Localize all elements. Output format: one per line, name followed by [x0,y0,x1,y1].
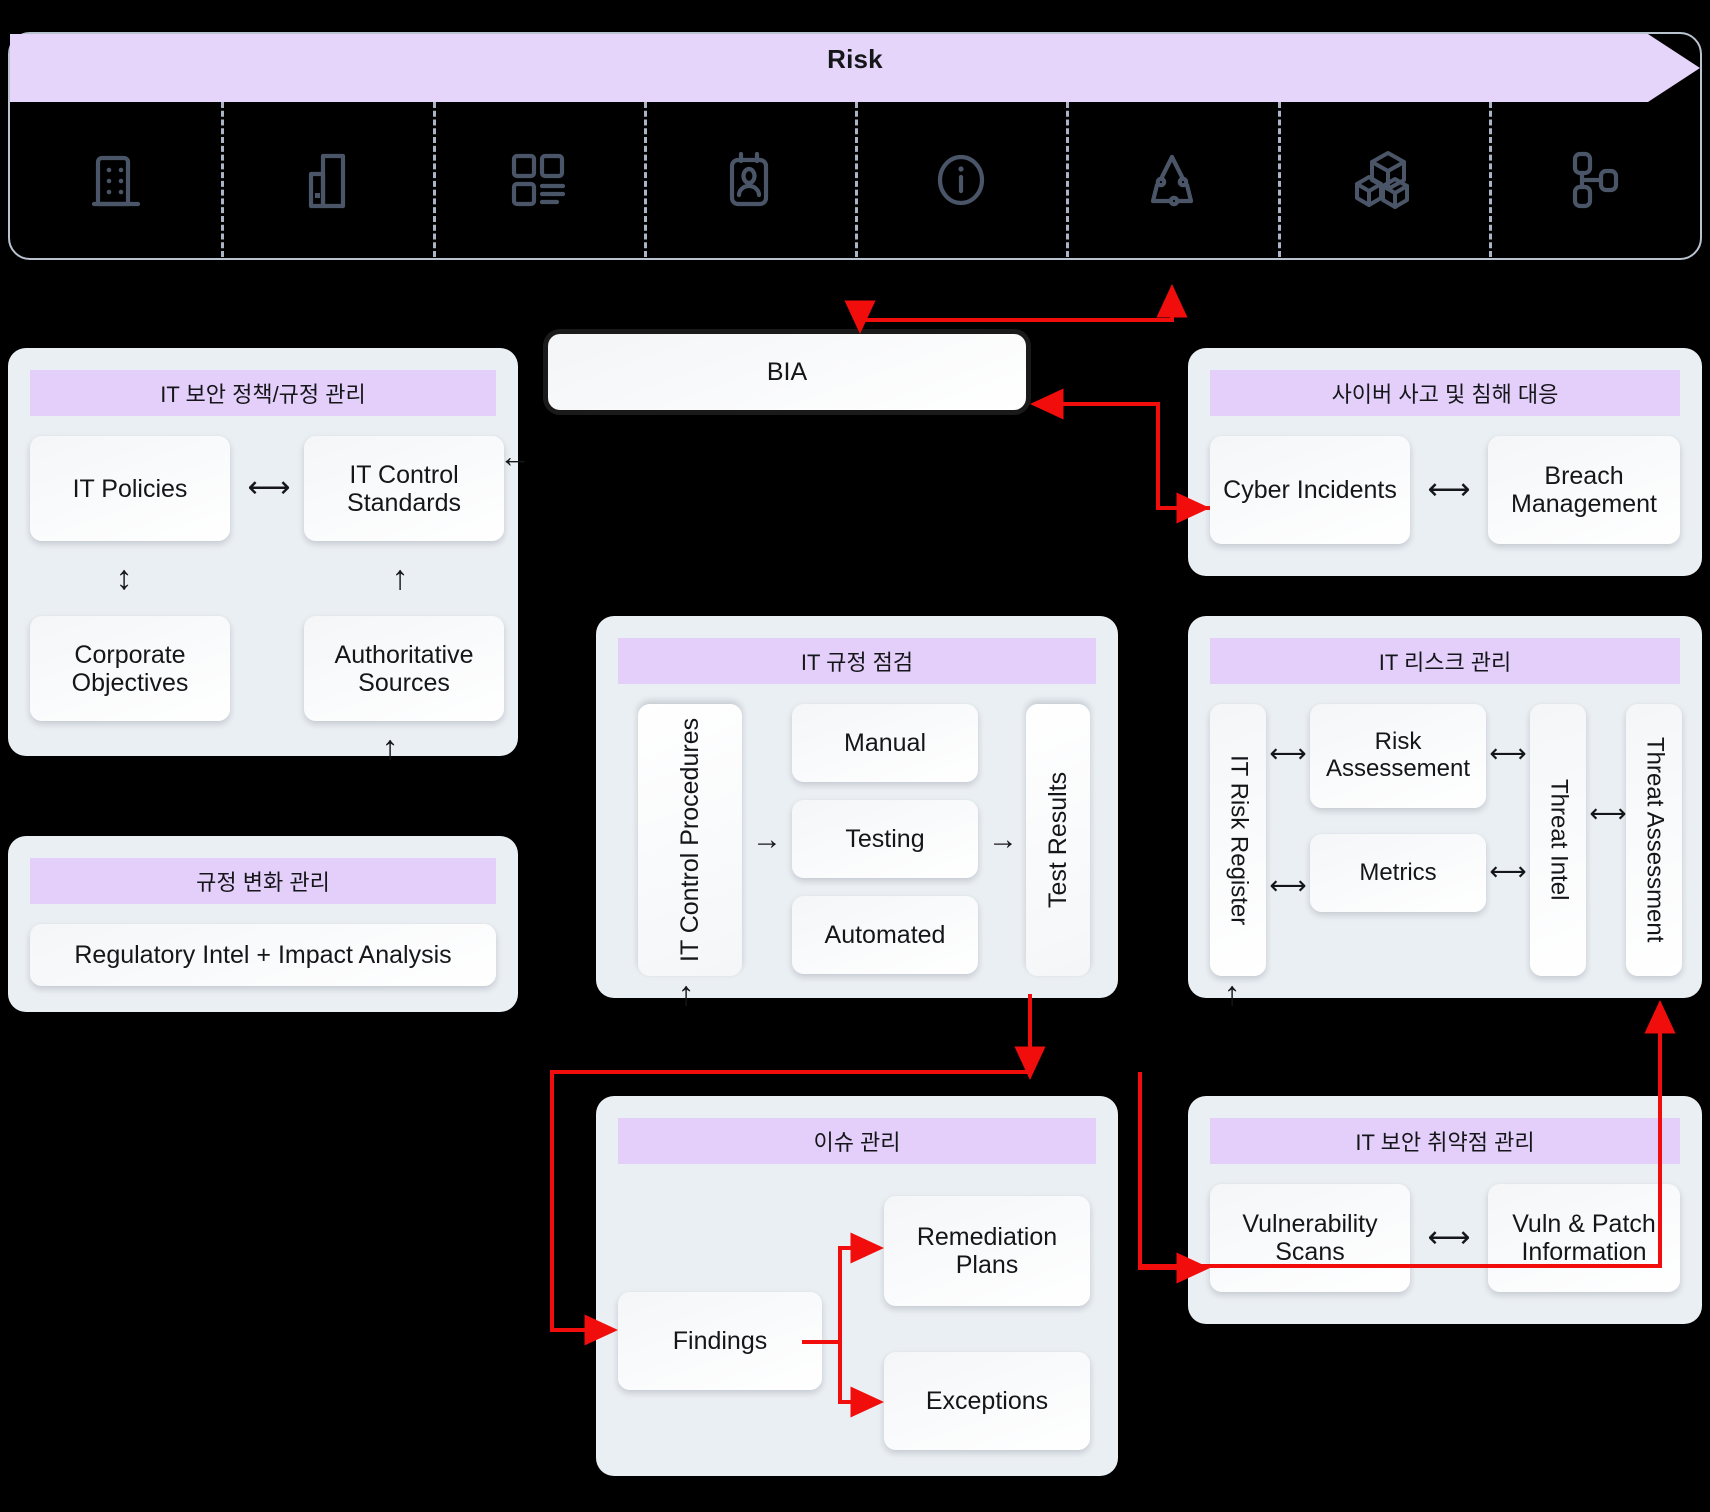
arrow-into-control-procedures: ↑ [677,975,695,1013]
card-vulnerability-scans[interactable]: Vulnerability Scans [1210,1184,1410,1292]
card-it-control-procedures[interactable]: IT Control Procedures [638,704,742,976]
card-bia[interactable]: BIA [548,334,1026,410]
card-test-results[interactable]: Test Results [1026,704,1090,976]
building-icon [88,148,144,212]
icon-cell-lifecycle[interactable] [1066,102,1277,257]
card-automated[interactable]: Automated [792,896,978,974]
panel-vulnerability-management: IT 보안 취약점 관리 Vulnerability Scans ⟷ Vuln … [1188,1096,1702,1324]
wire-incidents-to-bia [1030,388,1210,510]
panel-regulatory-change: 규정 변화 관리 Regulatory Intel + Impact Analy… [8,836,518,1012]
arrow-register-metrics: ⟷ [1269,870,1307,900]
card-breach-management[interactable]: Breach Management [1488,436,1680,544]
info-circle-icon [930,149,992,211]
id-badge-icon [721,148,777,212]
icon-cell-topology[interactable] [1488,102,1700,257]
diagram-canvas: Risk IT 보안 정책/규정 관리 IT Policies ⟷ IT Con… [0,0,1710,1512]
panel-policy-title: IT 보안 정책/규정 관리 [30,370,496,416]
icon-cell-buildings[interactable] [221,102,432,257]
capability-icon-row [10,102,1700,257]
arrow-procedures-testing: → [752,823,782,856]
arrow-testing-results: → [988,823,1018,856]
card-testing[interactable]: Testing [792,800,978,878]
card-manual[interactable]: Manual [792,704,978,782]
icon-cell-dashboard[interactable] [432,102,644,257]
card-vuln-patch-information[interactable]: Vuln & Patch Information [1488,1184,1680,1292]
panel-cyber-title: 사이버 사고 및 침해 대응 [1210,370,1680,416]
arrow-into-risk-register: ↑ [1223,975,1241,1013]
panel-issue-management: 이슈 관리 Findings Remediation Plans Excepti… [596,1096,1118,1476]
icon-cell-identity[interactable] [643,102,855,257]
card-regulatory-intel[interactable]: Regulatory Intel + Impact Analysis [30,924,496,986]
icon-cell-assets[interactable] [1277,102,1489,257]
card-metrics[interactable]: Metrics [1310,834,1486,912]
cubes-stack-icon [1350,147,1416,213]
panel-policy-management: IT 보안 정책/규정 관리 IT Policies ⟷ IT Control … [8,348,518,756]
buildings-icon [299,148,355,212]
arrow-register-assessment: ⟷ [1269,738,1307,768]
card-exceptions[interactable]: Exceptions [884,1352,1090,1450]
arrow-assessment-intel: ⟷ [1489,738,1527,768]
card-threat-assessment[interactable]: Threat Assessment [1626,704,1682,976]
panel-it-risk-management: IT 리스크 관리 IT Risk Register ⟷ ⟷ Risk Asse… [1188,616,1702,998]
wire-lifecycle-to-bia [844,292,1174,334]
card-remediation-plans[interactable]: Remediation Plans [884,1196,1090,1306]
card-threat-intel[interactable]: Threat Intel [1530,704,1586,976]
arrow-scans-info: ⟷ [1427,1221,1471,1254]
arrow-into-authoritative-sources: ↑ [381,729,399,767]
panel-vuln-title: IT 보안 취약점 관리 [1210,1118,1680,1164]
panel-cyber-incident-response: 사이버 사고 및 침해 대응 Cyber Incidents ⟷ Breach … [1188,348,1702,576]
arrow-into-control-standards: ← [499,438,531,474]
arrow-sources-standards: ↑ [391,559,409,597]
card-risk-assessment[interactable]: Risk Assessement [1310,704,1486,808]
arrow-policies-standards: ⟷ [247,471,291,504]
icon-cell-information[interactable] [855,102,1066,257]
card-it-risk-register[interactable]: IT Risk Register [1210,704,1266,976]
panel-issue-title: 이슈 관리 [618,1118,1096,1164]
arrow-incidents-breach: ⟷ [1427,473,1471,506]
card-corporate-objectives[interactable]: Corporate Objectives [30,616,230,721]
card-cyber-incidents[interactable]: Cyber Incidents [1210,436,1410,544]
card-it-policies[interactable]: IT Policies [30,436,230,541]
card-it-control-standards[interactable]: IT Control Standards [304,436,504,541]
card-findings[interactable]: Findings [618,1292,822,1390]
panel-it-compliance-check: IT 규정 점검 IT Control Procedures → Manual … [596,616,1118,998]
icon-cell-building[interactable] [10,102,221,257]
card-authoritative-sources[interactable]: Authoritative Sources [304,616,504,721]
arrow-intel-threat-assessment: ⟷ [1589,798,1627,828]
panel-regchange-title: 규정 변화 관리 [30,858,496,904]
arrow-metrics-intel: ⟷ [1489,856,1527,886]
panel-compliance-title: IT 규정 점검 [618,638,1096,684]
recycle-cycle-icon [1141,149,1203,211]
node-network-icon [1563,149,1625,211]
dashboard-grid-icon [507,149,569,211]
panel-itrisk-title: IT 리스크 관리 [1210,638,1680,684]
risk-banner-title: Risk [827,44,883,74]
arrow-policies-objectives: ↕ [115,559,133,597]
